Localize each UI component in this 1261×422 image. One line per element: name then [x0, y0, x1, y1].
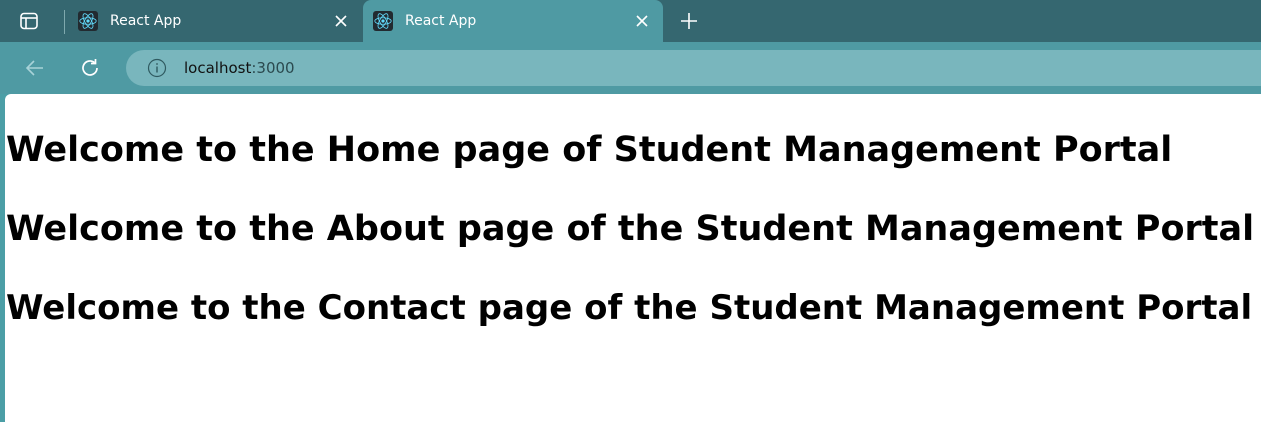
close-icon[interactable] — [631, 10, 653, 32]
tab-strip: React App React App — [0, 0, 1261, 42]
tab-separator — [64, 10, 65, 34]
home-heading: Welcome to the Home page of Student Mana… — [6, 130, 1173, 170]
plus-icon[interactable] — [676, 8, 702, 34]
tab-actions-icon[interactable] — [0, 0, 58, 42]
url-text: localhost:3000 — [184, 59, 295, 77]
tab-react-app-1[interactable]: React App — [68, 2, 362, 40]
react-logo-icon — [78, 11, 98, 31]
address-bar[interactable]: localhost:3000 — [126, 50, 1261, 86]
info-icon[interactable] — [146, 57, 168, 79]
tab-title: React App — [110, 13, 182, 29]
browser-toolbar: localhost:3000 — [0, 42, 1261, 94]
back-arrow-icon[interactable] — [21, 54, 49, 82]
url-port: :3000 — [251, 59, 295, 77]
close-icon[interactable] — [330, 10, 352, 32]
about-heading: Welcome to the About page of the Student… — [6, 209, 1255, 249]
reload-icon[interactable] — [76, 54, 104, 82]
page-viewport: Welcome to the Home page of Student Mana… — [5, 94, 1261, 422]
url-host: localhost — [184, 59, 252, 77]
react-logo-icon — [373, 11, 393, 31]
tab-title: React App — [405, 13, 477, 29]
tab-react-app-2[interactable]: React App — [363, 0, 663, 42]
contact-heading: Welcome to the Contact page of the Stude… — [6, 288, 1253, 328]
